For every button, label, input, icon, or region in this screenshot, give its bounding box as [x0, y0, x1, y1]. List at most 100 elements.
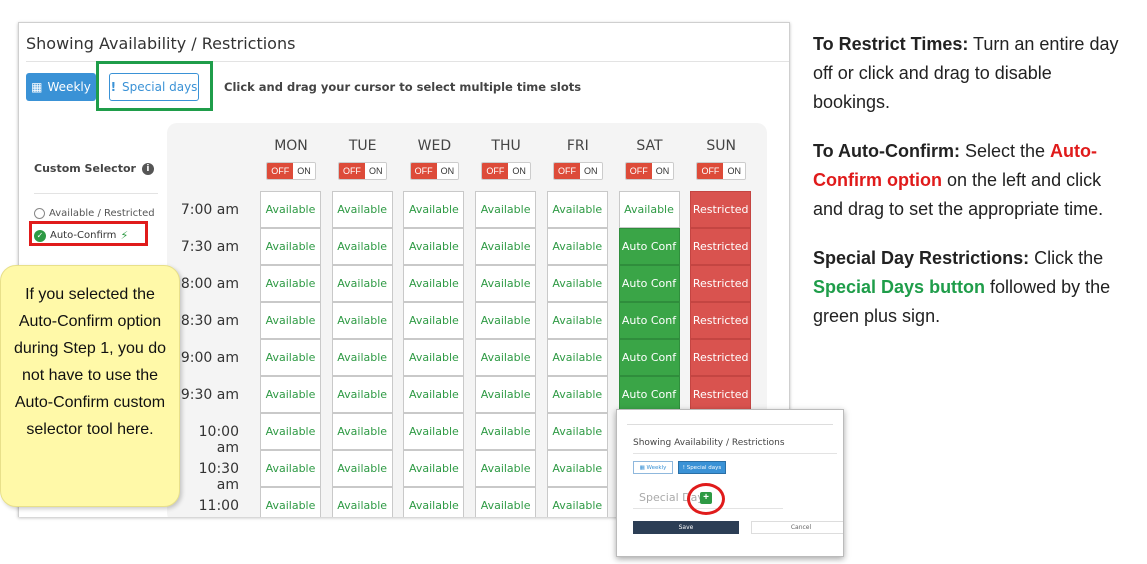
day-toggle[interactable]: OFF ON: [481, 162, 531, 180]
time-slot-cell[interactable]: Available: [331, 450, 393, 487]
toggle-on[interactable]: ON: [436, 163, 459, 179]
toggle-on[interactable]: ON: [508, 163, 530, 179]
info-icon[interactable]: i: [141, 162, 154, 175]
time-slot-cell[interactable]: Available: [475, 302, 537, 339]
time-slot-cell[interactable]: Available: [331, 265, 393, 302]
time-slot-cell[interactable]: Available: [331, 339, 393, 376]
time-slot-cell[interactable]: Auto Conf: [618, 228, 680, 265]
toggle-off[interactable]: OFF: [554, 163, 581, 179]
time-slot-cell[interactable]: Available: [331, 228, 393, 265]
day-toggle[interactable]: OFF ON: [696, 162, 746, 180]
time-slot-cell[interactable]: Available: [546, 487, 608, 517]
toggle-on[interactable]: ON: [580, 163, 602, 179]
time-label: 10:30 am: [198, 461, 239, 493]
instructions: To Restrict Times: Turn an entire day of…: [813, 30, 1133, 351]
time-slot-cell[interactable]: Available: [475, 191, 537, 228]
time-slot-cell[interactable]: Restricted: [690, 339, 752, 376]
inset-special-days-label: Special days: [686, 464, 722, 471]
day-toggle[interactable]: OFF ON: [409, 162, 460, 180]
time-slot-cell[interactable]: Restricted: [690, 265, 752, 302]
toggle-on[interactable]: ON: [293, 163, 315, 179]
time-slot-cell[interactable]: Available: [260, 339, 321, 376]
time-slot-cell[interactable]: Available: [260, 450, 321, 487]
time-slot-cell[interactable]: Available: [331, 413, 393, 450]
instruction-special-heading: Special Day Restrictions:: [813, 248, 1030, 268]
time-slot-cell[interactable]: Available: [260, 302, 321, 339]
time-slot-cell[interactable]: Available: [260, 376, 321, 413]
time-slot-cell[interactable]: Restricted: [690, 302, 752, 339]
day-name: SUN: [706, 138, 736, 154]
time-slot-cell[interactable]: Available: [546, 265, 608, 302]
day-toggle[interactable]: OFF ON: [337, 162, 388, 180]
day-toggle[interactable]: OFF ON: [266, 162, 316, 180]
time-slot-cell[interactable]: Auto Conf: [618, 265, 680, 302]
time-slot-cell[interactable]: Available: [331, 376, 393, 413]
time-slot-cell[interactable]: Available: [475, 228, 537, 265]
time-slot-cell[interactable]: Available: [260, 487, 321, 517]
time-slot-cell[interactable]: Available: [403, 413, 465, 450]
instruction-autoconfirm-text-1: Select the: [959, 141, 1051, 161]
custom-selector-label: Custom Selector: [34, 162, 136, 175]
toggle-on[interactable]: ON: [651, 163, 674, 179]
time-slot-cell[interactable]: Available: [546, 228, 608, 265]
toggle-off[interactable]: OFF: [410, 163, 437, 179]
time-slot-cell[interactable]: Available: [260, 191, 321, 228]
time-slot-cell[interactable]: Available: [403, 339, 465, 376]
time-label: 11:00 am: [198, 498, 239, 517]
time-slot-cell[interactable]: Auto Conf: [618, 339, 680, 376]
time-slot-cell[interactable]: Available: [403, 487, 465, 517]
toggle-off[interactable]: OFF: [697, 163, 724, 179]
time-slot-cell[interactable]: Available: [475, 487, 537, 517]
time-slot-cell[interactable]: Available: [618, 191, 680, 228]
time-slot-cell[interactable]: Available: [260, 228, 321, 265]
toggle-off[interactable]: OFF: [267, 163, 294, 179]
time-slot-cell[interactable]: Restricted: [690, 228, 752, 265]
day-toggle[interactable]: OFF ON: [624, 162, 675, 180]
time-slot-cell[interactable]: Available: [403, 191, 465, 228]
time-slot-cell[interactable]: Available: [260, 265, 321, 302]
time-slot-cell[interactable]: Available: [403, 376, 465, 413]
option-available-restricted[interactable]: Available / Restricted: [34, 208, 155, 219]
toggle-off[interactable]: OFF: [625, 163, 652, 179]
day-column-header: SAT OFF ON: [619, 138, 681, 180]
time-slot-cell[interactable]: Available: [403, 265, 465, 302]
time-slot-cell[interactable]: Available: [331, 302, 393, 339]
weekly-button[interactable]: ▦ Weekly: [26, 73, 96, 101]
toggle-off[interactable]: OFF: [482, 163, 509, 179]
special-days-button[interactable]: ! Special days: [109, 73, 199, 101]
save-button[interactable]: Save: [633, 521, 739, 534]
time-slot-cell[interactable]: Available: [546, 376, 608, 413]
time-slot-cell[interactable]: Available: [475, 450, 537, 487]
time-slot-cell[interactable]: Available: [331, 191, 393, 228]
time-slot-cell[interactable]: Available: [475, 376, 537, 413]
time-slot-cell[interactable]: Available: [546, 450, 608, 487]
time-slot-cell[interactable]: Available: [403, 302, 465, 339]
time-slot-cell[interactable]: Available: [403, 228, 465, 265]
time-slot-cell[interactable]: Available: [546, 191, 608, 228]
custom-selector-heading: Custom Selector i: [34, 162, 154, 175]
instruction-special-highlight: Special Days button: [813, 277, 986, 297]
time-slot-cell[interactable]: Restricted: [690, 376, 752, 413]
time-slot-cell[interactable]: Available: [546, 413, 608, 450]
day-toggle[interactable]: OFF ON: [553, 162, 603, 180]
time-slot-cell[interactable]: Available: [546, 302, 608, 339]
time-slot-cell[interactable]: Auto Conf: [618, 376, 680, 413]
radio-unchecked-icon[interactable]: [34, 208, 45, 219]
cancel-button[interactable]: Cancel: [751, 521, 843, 534]
time-slot-cell[interactable]: Available: [475, 265, 537, 302]
time-slot-cell[interactable]: Auto Conf: [618, 302, 680, 339]
time-slot-cell[interactable]: Restricted: [690, 191, 752, 228]
toggle-off[interactable]: OFF: [338, 163, 365, 179]
time-slot-cell[interactable]: Available: [260, 413, 321, 450]
time-slot-cell[interactable]: Available: [546, 339, 608, 376]
time-slot-cell[interactable]: Available: [331, 487, 393, 517]
time-slot-cell[interactable]: Available: [403, 450, 465, 487]
calendar-icon: ▦: [639, 464, 647, 471]
toggle-on[interactable]: ON: [723, 163, 745, 179]
inset-special-days-button[interactable]: ! Special days: [678, 461, 726, 474]
time-slot-cell[interactable]: Available: [475, 339, 537, 376]
day-column-header: MON OFF ON: [260, 138, 322, 180]
inset-weekly-button[interactable]: ▦ Weekly: [633, 461, 673, 474]
time-slot-cell[interactable]: Available: [475, 413, 537, 450]
toggle-on[interactable]: ON: [364, 163, 387, 179]
